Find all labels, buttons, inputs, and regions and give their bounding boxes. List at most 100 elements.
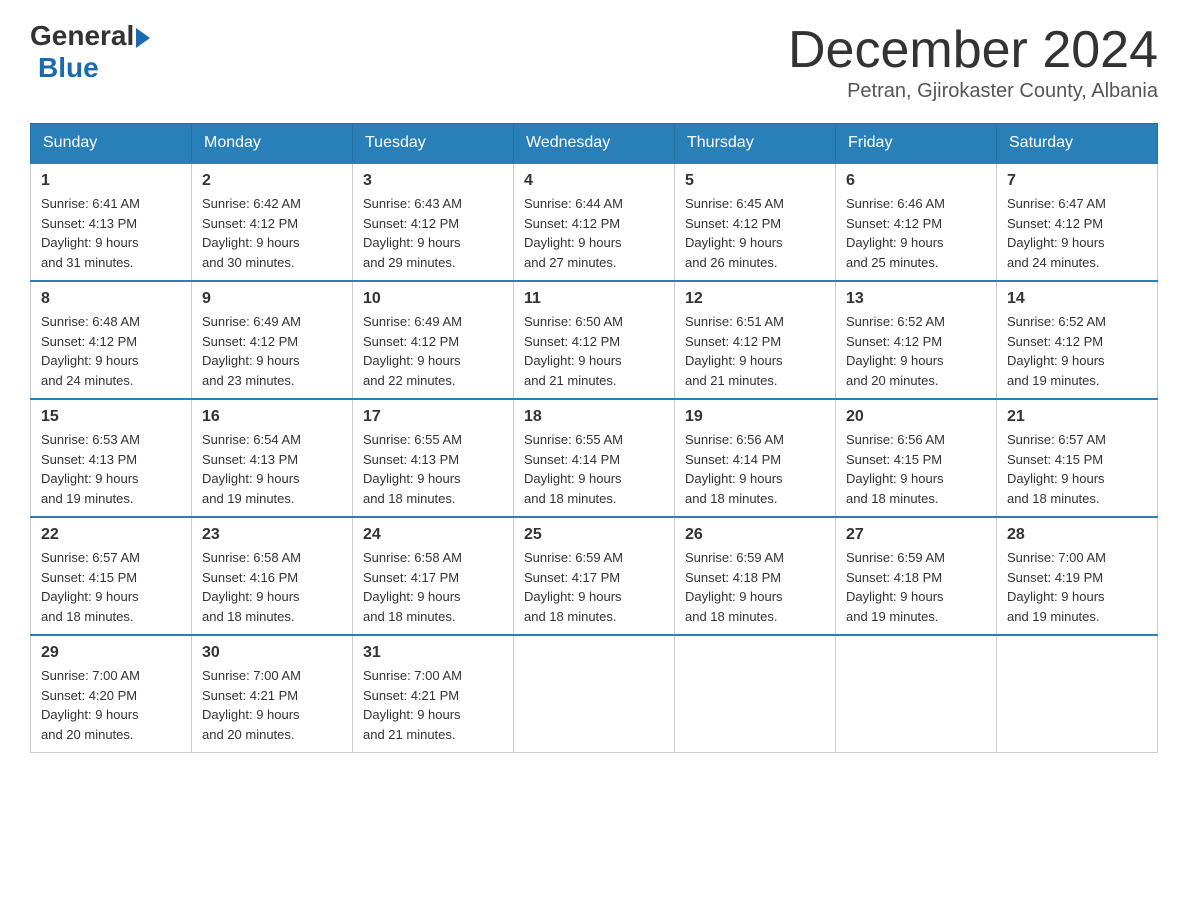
calendar-cell: 5 Sunrise: 6:45 AMSunset: 4:12 PMDaylight… <box>675 163 836 281</box>
calendar-cell: 31Sunrise: 7:00 AMSunset: 4:21 PMDayligh… <box>353 635 514 753</box>
weekday-header-saturday: Saturday <box>997 124 1158 164</box>
day-info: Sunrise: 6:55 AMSunset: 4:14 PMDaylight:… <box>524 430 664 508</box>
calendar-cell: 18 Sunrise: 6:55 AMSunset: 4:14 PMDayligh… <box>514 399 675 517</box>
day-number: 31 <box>363 644 503 662</box>
day-info: Sunrise: 6:59 AMSunset: 4:17 PMDaylight:… <box>524 548 664 626</box>
day-number: 14 <box>1007 290 1147 308</box>
day-info: Sunrise: 6:56 AMSunset: 4:14 PMDaylight:… <box>685 430 825 508</box>
day-info: Sunrise: 6:44 AMSunset: 4:12 PMDaylight:… <box>524 194 664 272</box>
calendar-cell <box>997 635 1158 753</box>
weekday-header-sunday: Sunday <box>31 124 192 164</box>
calendar-cell: 23Sunrise: 6:58 AMSunset: 4:16 PMDayligh… <box>192 517 353 635</box>
day-info: Sunrise: 6:43 AMSunset: 4:12 PMDaylight:… <box>363 194 503 272</box>
day-info: Sunrise: 6:49 AMSunset: 4:12 PMDaylight:… <box>363 312 503 390</box>
calendar-cell <box>836 635 997 753</box>
day-info: Sunrise: 7:00 AMSunset: 4:21 PMDaylight:… <box>202 666 342 744</box>
calendar-cell: 1 Sunrise: 6:41 AMSunset: 4:13 PMDaylight… <box>31 163 192 281</box>
calendar-cell: 16 Sunrise: 6:54 AMSunset: 4:13 PMDayligh… <box>192 399 353 517</box>
day-info: Sunrise: 6:59 AMSunset: 4:18 PMDaylight:… <box>846 548 986 626</box>
location-text: Petran, Gjirokaster County, Albania <box>788 80 1158 103</box>
day-number: 3 <box>363 172 503 190</box>
week-row-4: 22 Sunrise: 6:57 AMSunset: 4:15 PMDayligh… <box>31 517 1158 635</box>
calendar-cell: 7Sunrise: 6:47 AMSunset: 4:12 PMDaylight… <box>997 163 1158 281</box>
day-info: Sunrise: 6:55 AMSunset: 4:13 PMDaylight:… <box>363 430 503 508</box>
day-number: 15 <box>41 408 181 426</box>
day-info: Sunrise: 6:59 AMSunset: 4:18 PMDaylight:… <box>685 548 825 626</box>
day-number: 11 <box>524 290 664 308</box>
calendar-cell: 22 Sunrise: 6:57 AMSunset: 4:15 PMDayligh… <box>31 517 192 635</box>
day-info: Sunrise: 6:58 AMSunset: 4:17 PMDaylight:… <box>363 548 503 626</box>
calendar-cell: 6Sunrise: 6:46 AMSunset: 4:12 PMDaylight… <box>836 163 997 281</box>
day-number: 17 <box>363 408 503 426</box>
calendar-cell: 14 Sunrise: 6:52 AMSunset: 4:12 PMDayligh… <box>997 281 1158 399</box>
day-number: 10 <box>363 290 503 308</box>
calendar-cell: 12 Sunrise: 6:51 AMSunset: 4:12 PMDayligh… <box>675 281 836 399</box>
day-number: 28 <box>1007 526 1147 544</box>
day-number: 2 <box>202 172 342 190</box>
calendar-cell <box>675 635 836 753</box>
calendar-cell: 20Sunrise: 6:56 AMSunset: 4:15 PMDayligh… <box>836 399 997 517</box>
calendar-cell: 15Sunrise: 6:53 AMSunset: 4:13 PMDayligh… <box>31 399 192 517</box>
day-info: Sunrise: 7:00 AMSunset: 4:19 PMDaylight:… <box>1007 548 1147 626</box>
day-info: Sunrise: 6:47 AMSunset: 4:12 PMDaylight:… <box>1007 194 1147 272</box>
day-number: 1 <box>41 172 181 190</box>
calendar-cell: 3 Sunrise: 6:43 AMSunset: 4:12 PMDaylight… <box>353 163 514 281</box>
day-info: Sunrise: 6:45 AMSunset: 4:12 PMDaylight:… <box>685 194 825 272</box>
day-number: 23 <box>202 526 342 544</box>
day-number: 30 <box>202 644 342 662</box>
day-number: 16 <box>202 408 342 426</box>
day-number: 20 <box>846 408 986 426</box>
day-info: Sunrise: 6:54 AMSunset: 4:13 PMDaylight:… <box>202 430 342 508</box>
week-row-1: 1 Sunrise: 6:41 AMSunset: 4:13 PMDaylight… <box>31 163 1158 281</box>
month-title: December 2024 <box>788 20 1158 80</box>
day-info: Sunrise: 6:48 AMSunset: 4:12 PMDaylight:… <box>41 312 181 390</box>
weekday-header-monday: Monday <box>192 124 353 164</box>
calendar-cell: 10 Sunrise: 6:49 AMSunset: 4:12 PMDayligh… <box>353 281 514 399</box>
calendar-cell: 28 Sunrise: 7:00 AMSunset: 4:19 PMDayligh… <box>997 517 1158 635</box>
calendar-cell: 2 Sunrise: 6:42 AMSunset: 4:12 PMDaylight… <box>192 163 353 281</box>
day-number: 18 <box>524 408 664 426</box>
calendar-table: SundayMondayTuesdayWednesdayThursdayFrid… <box>30 123 1158 753</box>
day-number: 4 <box>524 172 664 190</box>
calendar-cell <box>514 635 675 753</box>
day-info: Sunrise: 6:52 AMSunset: 4:12 PMDaylight:… <box>1007 312 1147 390</box>
day-info: Sunrise: 7:00 AMSunset: 4:20 PMDaylight:… <box>41 666 181 744</box>
calendar-cell: 25 Sunrise: 6:59 AMSunset: 4:17 PMDayligh… <box>514 517 675 635</box>
day-info: Sunrise: 6:57 AMSunset: 4:15 PMDaylight:… <box>41 548 181 626</box>
day-number: 22 <box>41 526 181 544</box>
day-info: Sunrise: 6:50 AMSunset: 4:12 PMDaylight:… <box>524 312 664 390</box>
day-number: 29 <box>41 644 181 662</box>
week-row-5: 29 Sunrise: 7:00 AMSunset: 4:20 PMDayligh… <box>31 635 1158 753</box>
day-number: 6 <box>846 172 986 190</box>
calendar-cell: 17 Sunrise: 6:55 AMSunset: 4:13 PMDayligh… <box>353 399 514 517</box>
weekday-header-tuesday: Tuesday <box>353 124 514 164</box>
day-number: 12 <box>685 290 825 308</box>
day-info: Sunrise: 6:42 AMSunset: 4:12 PMDaylight:… <box>202 194 342 272</box>
day-number: 5 <box>685 172 825 190</box>
day-info: Sunrise: 6:49 AMSunset: 4:12 PMDaylight:… <box>202 312 342 390</box>
day-number: 26 <box>685 526 825 544</box>
calendar-cell: 26 Sunrise: 6:59 AMSunset: 4:18 PMDayligh… <box>675 517 836 635</box>
weekday-header-row: SundayMondayTuesdayWednesdayThursdayFrid… <box>31 124 1158 164</box>
day-info: Sunrise: 6:51 AMSunset: 4:12 PMDaylight:… <box>685 312 825 390</box>
calendar-cell: 19 Sunrise: 6:56 AMSunset: 4:14 PMDayligh… <box>675 399 836 517</box>
day-number: 8 <box>41 290 181 308</box>
weekday-header-wednesday: Wednesday <box>514 124 675 164</box>
day-number: 21 <box>1007 408 1147 426</box>
day-number: 27 <box>846 526 986 544</box>
calendar-cell: 29 Sunrise: 7:00 AMSunset: 4:20 PMDayligh… <box>31 635 192 753</box>
calendar-cell: 27 Sunrise: 6:59 AMSunset: 4:18 PMDayligh… <box>836 517 997 635</box>
calendar-cell: 21 Sunrise: 6:57 AMSunset: 4:15 PMDayligh… <box>997 399 1158 517</box>
calendar-cell: 11 Sunrise: 6:50 AMSunset: 4:12 PMDayligh… <box>514 281 675 399</box>
logo: General Blue <box>30 20 150 84</box>
day-number: 13 <box>846 290 986 308</box>
calendar-cell: 13 Sunrise: 6:52 AMSunset: 4:12 PMDayligh… <box>836 281 997 399</box>
day-info: Sunrise: 6:57 AMSunset: 4:15 PMDaylight:… <box>1007 430 1147 508</box>
calendar-cell: 4 Sunrise: 6:44 AMSunset: 4:12 PMDaylight… <box>514 163 675 281</box>
page-header: General Blue December 2024 Petran, Gjiro… <box>30 20 1158 103</box>
title-section: December 2024 Petran, Gjirokaster County… <box>788 20 1158 103</box>
day-number: 19 <box>685 408 825 426</box>
day-info: Sunrise: 6:41 AMSunset: 4:13 PMDaylight:… <box>41 194 181 272</box>
day-number: 25 <box>524 526 664 544</box>
day-info: Sunrise: 6:52 AMSunset: 4:12 PMDaylight:… <box>846 312 986 390</box>
